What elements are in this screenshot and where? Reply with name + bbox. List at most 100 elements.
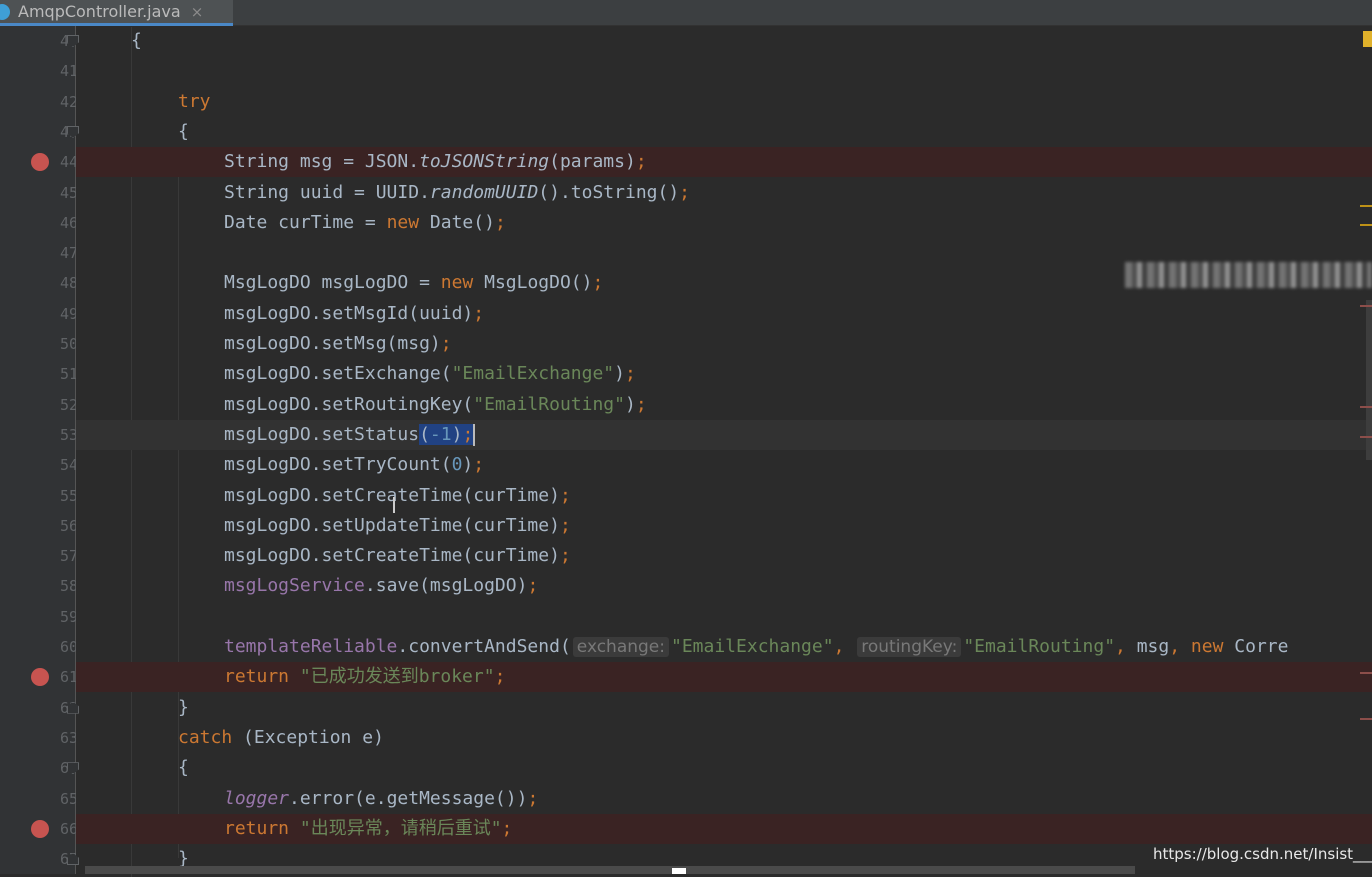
code-token: ) [614,363,625,385]
code-token: ; [501,817,513,839]
code-line[interactable]: 59 [60,602,1372,632]
breakpoint-icon[interactable] [31,819,49,838]
code-line[interactable]: 53 msgLogDO.setStatus(-1); [60,419,1372,450]
line-number: 57 [60,547,76,566]
java-class-icon [0,3,10,20]
error-stripe-marker[interactable] [1360,406,1372,408]
code-line[interactable]: 50 msgLogDO.setMsg(msg); [60,329,1372,359]
code-line[interactable]: 52 msgLogDO.setRoutingKey("EmailRouting")… [60,390,1372,420]
code-token: { [178,757,189,779]
close-icon[interactable]: × [191,3,204,21]
code-text: return "已成功发送到broker"; [224,662,505,692]
code-editor[interactable]: 40{41 42 try 43{ 44 String msg = JSON.toJSONS… [31,26,1372,877]
code-token: ; [527,575,539,597]
code-line[interactable]: 43{ [60,117,1372,147]
code-token: msgLogDO.setMsgId(uuid) [224,302,474,324]
error-stripe-marker[interactable] [1360,305,1372,307]
code-text: { [178,117,189,147]
code-line[interactable]: 51 msgLogDO.setExchange("EmailExchange"); [60,359,1372,389]
code-token: randomUUID [429,181,539,203]
code-token: String msg = JSON. [224,151,420,173]
code-token: (params) [549,151,636,173]
code-token: } [178,696,189,718]
code-token: toJSONString [419,151,550,173]
code-line[interactable]: 41 [60,56,1372,86]
scrollbar-thumb[interactable] [672,868,686,874]
error-stripe-marker[interactable] [1360,205,1372,207]
error-stripe-marker[interactable] [1360,436,1372,438]
code-token: msgLogDO.setTryCount( [224,454,452,476]
text-cursor-icon [393,497,395,513]
code-line[interactable]: 66 return "出现异常，请稍后重试"; [31,813,1372,844]
warning-marker-icon[interactable] [1363,31,1372,47]
code-line[interactable]: 40{ [60,26,1372,56]
code-token: new [386,211,420,233]
code-line[interactable]: 61 return "已成功发送到broker"; [31,662,1372,693]
code-text: logger.error(e.getMessage()); [224,784,538,814]
error-stripe-marker[interactable] [1360,672,1372,674]
line-number: 45 [60,183,76,202]
code-token: Date() [419,211,495,233]
code-text: msgLogDO.setTryCount(0); [224,450,484,480]
code-token: "EmailExchange" [671,636,834,657]
code-line[interactable]: 56 msgLogDO.setUpdateTime(curTime); [60,511,1372,541]
code-text: } [178,693,189,723]
code-token: ) [624,393,636,415]
code-token: , [1169,636,1191,657]
code-line[interactable]: 62} [60,693,1372,723]
tab-amqp-controller[interactable]: AmqpController.java × [0,0,233,26]
line-number: 46 [60,213,76,232]
code-text: catch (Exception e) [178,723,384,753]
code-token: logger [224,787,290,809]
code-token: ; [473,302,485,324]
code-token: { [178,120,189,142]
tab-label: AmqpController.java [18,2,181,21]
code-token: ; [440,333,452,354]
line-number: 44 [60,153,76,172]
code-line[interactable]: 58 msgLogService.save(msgLogDO); [60,571,1372,601]
code-token: Corre [1223,636,1289,657]
code-line[interactable]: 45 String uuid = UUID.randomUUID().toStri… [60,178,1372,208]
code-line[interactable]: 55 msgLogDO.setCreateTime(curTime); [60,481,1372,511]
parameter-hint: exchange: [572,637,669,657]
code-line[interactable]: 44 String msg = JSON.toJSONString(params)… [31,147,1372,178]
code-token: "EmailRouting" [963,636,1116,657]
code-token: ; [592,272,604,294]
code-token: .convertAndSend( [397,636,571,657]
code-token: .error(e.getMessage()) [289,787,528,809]
code-text: return "出现异常，请稍后重试"; [224,814,512,844]
code-token: msg [1136,636,1170,657]
code-line[interactable]: 49 msgLogDO.setMsgId(uuid); [60,299,1372,329]
code-line[interactable]: 63 catch (Exception e) [60,723,1372,753]
code-token: ) [462,454,474,476]
code-line[interactable]: 64{ [60,753,1372,783]
error-stripe-marker[interactable] [1360,224,1372,226]
code-token: ().toString() [538,181,680,203]
code-token: "出现异常，请稍后重试" [299,817,502,839]
code-line[interactable]: 65 logger.error(e.getMessage()); [60,784,1372,814]
code-line[interactable]: 46 Date curTime = new Date(); [60,208,1372,238]
line-number: 65 [60,789,76,808]
code-token: ; [559,484,571,506]
code-token: MsgLogDO msgLogDO = [224,272,441,294]
code-text: msgLogDO.setStatus(-1); [224,420,476,450]
code-text: String uuid = UUID.randomUUID().toString… [224,178,690,208]
line-number: 61 [60,668,76,687]
code-token: (Exception e) [232,726,384,748]
code-line[interactable]: 57 msgLogDO.setCreateTime(curTime); [60,541,1372,571]
code-token: ; [473,454,485,476]
code-token: msgLogDO.setCreateTime(curTime) [224,545,560,567]
line-number: 58 [60,577,76,596]
code-token: msgLogDO.setStatus [224,423,420,445]
line-number: 66 [60,819,76,838]
horizontal-scrollbar[interactable] [85,866,1135,874]
selected-token: ; [462,423,474,445]
code-token: Date curTime = [224,211,387,233]
code-line[interactable]: 42 try [60,87,1372,117]
code-line[interactable]: 60 templateReliable.convertAndSend(exchan… [60,632,1372,662]
error-stripe-marker[interactable] [1360,718,1372,720]
line-number: 63 [60,728,76,747]
code-line[interactable]: 54 msgLogDO.setTryCount(0); [60,450,1372,480]
code-token: try [178,90,211,112]
code-text: templateReliable.convertAndSend(exchange… [224,632,1288,662]
